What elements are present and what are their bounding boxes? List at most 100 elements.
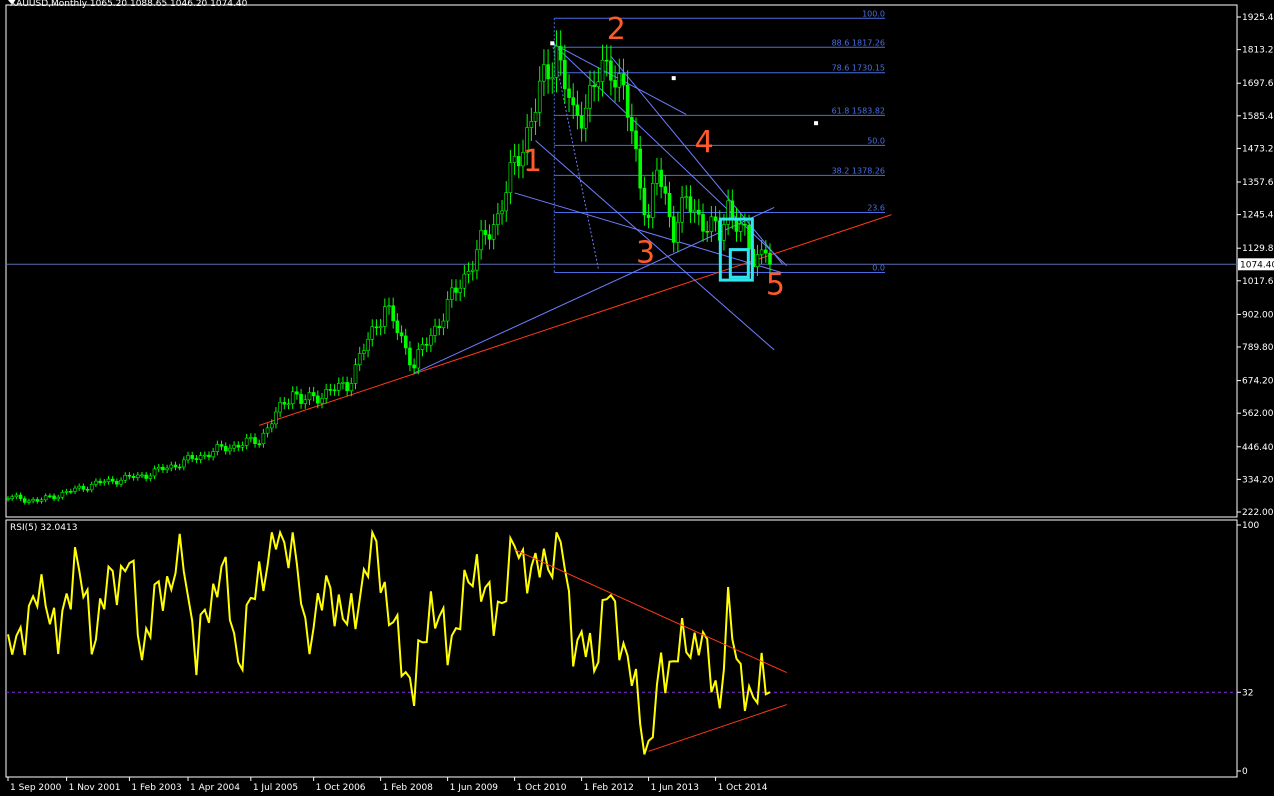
candle-body: [424, 344, 429, 346]
candle-body: [600, 59, 605, 83]
candle-body: [10, 496, 14, 499]
candle-body: [579, 115, 584, 129]
price-marker-label: 1074.40: [1240, 260, 1274, 270]
candle-body: [709, 216, 714, 232]
candle-body: [261, 432, 266, 445]
candle-body: [148, 475, 153, 479]
candle-body: [676, 221, 680, 243]
candle-body: [140, 474, 144, 477]
main-panel-frame: [5, 4, 1238, 518]
candle-body: [646, 214, 651, 218]
candle-body: [575, 104, 580, 116]
candle-body: [558, 45, 563, 61]
chart-root[interactable]: XAUUSD,Monthly 1065.20 1088.65 1046.20 1…: [0, 0, 1274, 793]
candle-body: [362, 350, 366, 354]
candle-body: [299, 393, 303, 404]
x-tick-label: 1 Feb 2012: [584, 783, 634, 792]
candle-body: [274, 411, 278, 425]
candle-body: [713, 216, 718, 222]
candle-body: [504, 192, 509, 212]
candle-body: [680, 197, 684, 223]
candle-body: [516, 156, 521, 167]
candle-body: [290, 391, 295, 405]
candle-body: [684, 196, 689, 198]
candle-body: [14, 494, 19, 498]
x-tick-label: 1 Feb 2008: [383, 783, 434, 792]
candle-body: [177, 466, 182, 469]
candle-body: [152, 468, 157, 477]
y-tick-label: 674.20: [1242, 377, 1274, 387]
candle-body: [445, 299, 450, 322]
candle-body: [722, 224, 726, 241]
candle-body: [466, 271, 471, 275]
candle-body: [94, 480, 98, 485]
candle-body: [730, 200, 735, 219]
candle-body: [269, 423, 274, 429]
rsi-header: RSI(5) 32.0413: [10, 523, 77, 533]
x-tick-label: 1 Jul 2005: [253, 783, 298, 792]
candle-body: [110, 478, 115, 482]
candle-body: [249, 437, 253, 439]
candle-body: [307, 392, 312, 401]
candle-body: [73, 487, 77, 492]
y-tick-label: 902.00: [1242, 310, 1274, 320]
x-tick-label: 1 Jun 2009: [450, 783, 499, 792]
candle-body: [441, 320, 446, 329]
candle-body: [219, 444, 224, 447]
candle-body: [131, 476, 136, 479]
candle-body: [353, 364, 358, 384]
candle-body: [483, 230, 488, 235]
candle-body: [571, 97, 576, 106]
candle-body: [48, 495, 52, 498]
candle-body: [311, 392, 316, 397]
candle-body: [295, 391, 299, 395]
x-tick-label: 1 Jun 2013: [651, 783, 699, 792]
candle-body: [102, 481, 107, 484]
candle-body: [663, 186, 668, 194]
candle-body: [738, 223, 743, 232]
candle-body: [278, 402, 282, 413]
candle-body: [655, 169, 659, 184]
candle-body: [399, 332, 404, 337]
y-tick-label: 1017.60: [1242, 277, 1274, 287]
candle-body: [667, 192, 672, 217]
rsi-tick-label: 100: [1242, 521, 1259, 531]
y-tick-label: 1473.20: [1242, 144, 1274, 154]
candle-body: [282, 402, 287, 405]
candle-body: [18, 494, 23, 499]
candle-body: [764, 249, 768, 254]
y-tick-label: 1585.40: [1242, 112, 1274, 122]
candle-body: [383, 306, 387, 327]
candle-body: [378, 326, 383, 329]
candle-body: [257, 443, 262, 445]
candle-body: [567, 88, 571, 98]
candle-body: [106, 478, 111, 483]
candle-body: [475, 249, 479, 271]
x-tick-label: 1 Oct 2014: [718, 783, 768, 792]
x-tick-label: 1 Nov 2001: [69, 783, 121, 792]
candle-body: [202, 454, 207, 457]
chart-svg[interactable]: XAUUSD,Monthly 1065.20 1088.65 1046.20 1…: [0, 0, 1274, 793]
candle-body: [759, 249, 764, 255]
candle-body: [336, 383, 341, 391]
candle-body: [429, 335, 433, 346]
candle-body: [64, 491, 69, 493]
candle-body: [512, 156, 517, 163]
candle-body: [77, 485, 81, 489]
candle-body: [161, 466, 165, 471]
candle-body: [450, 287, 454, 300]
candle-body: [173, 464, 178, 468]
candle-body: [228, 447, 232, 452]
candle-body: [412, 364, 416, 369]
candle-body: [98, 480, 102, 484]
candle-body: [286, 403, 291, 406]
candle-body: [123, 474, 128, 481]
y-tick-label: 1813.20: [1242, 46, 1274, 56]
wave-label: 1: [523, 144, 542, 179]
candle-body: [408, 347, 412, 366]
candle-body: [52, 495, 56, 500]
candle-body: [43, 495, 48, 501]
y-tick-label: 789.80: [1242, 343, 1274, 353]
candle-body: [22, 498, 27, 503]
candle-body: [370, 326, 375, 340]
